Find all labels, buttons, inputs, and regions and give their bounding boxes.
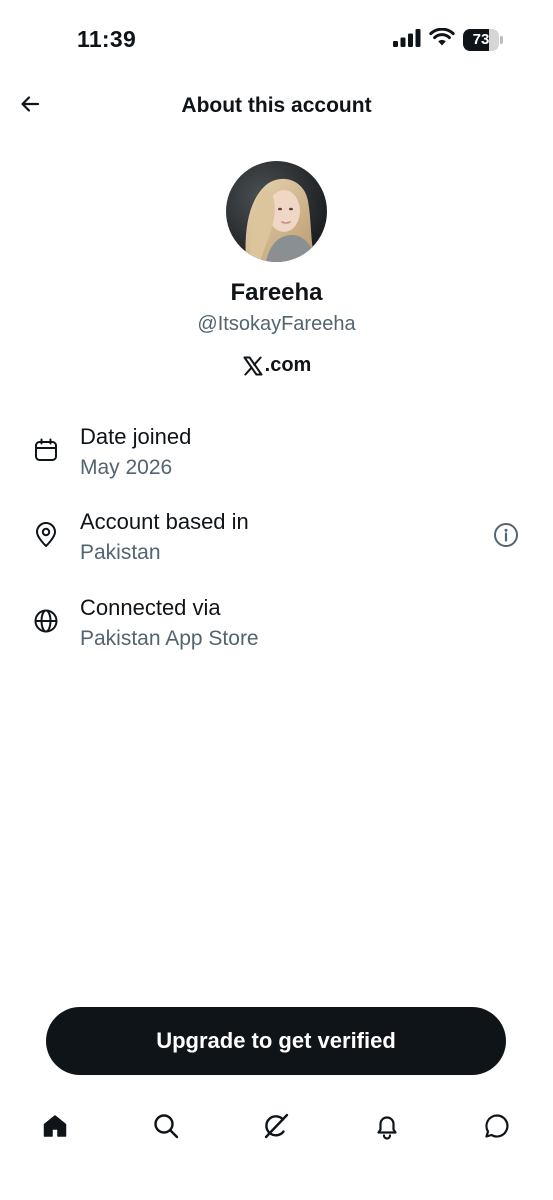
info-label-connected-via: Connected via [80,595,221,620]
connected-site: .com [0,354,553,377]
messages-icon [483,1112,511,1145]
user-handle: @ItsokayFareeha [197,313,356,335]
globe-icon [32,607,60,635]
status-icons: 73 [393,27,503,52]
info-row-date-joined: Date joined May 2026 [0,424,553,494]
info-label-account-location: Account based in [80,509,249,534]
home-icon [41,1112,69,1145]
nav-grok[interactable] [258,1110,294,1146]
upgrade-button[interactable]: Upgrade to get verified [46,1007,506,1075]
page-title: About this account [181,94,372,117]
about-account-screen: 11:39 73 About this account Fareeha @Its… [0,0,553,1200]
x-logo-icon [242,355,264,377]
battery-icon: 73 [463,29,503,51]
status-time: 11:39 [77,26,137,52]
search-icon [152,1112,180,1145]
info-icon[interactable] [492,521,520,549]
info-value-date-joined: May 2026 [80,456,173,479]
display-name: Fareeha [230,279,323,306]
info-value-connected-via: Pakistan App Store [80,627,259,650]
grok-icon [261,1111,291,1146]
signal-icon [393,28,421,52]
nav-messages[interactable] [479,1110,515,1146]
bottom-nav [0,1100,553,1156]
calendar-icon [32,436,60,464]
location-pin-icon [32,521,60,549]
info-value-account-location: Pakistan [80,541,161,564]
notifications-icon [373,1112,401,1145]
info-row-account-location: Account based in Pakistan [0,509,553,579]
info-row-connected-via: Connected via Pakistan App Store [0,595,553,665]
nav-notifications[interactable] [369,1110,405,1146]
nav-home[interactable] [37,1110,73,1146]
nav-search[interactable] [148,1110,184,1146]
info-label-date-joined: Date joined [80,424,192,449]
header: About this account [0,82,553,130]
connected-site-label: .com [264,354,312,376]
wifi-icon [429,27,455,52]
status-bar: 11:39 73 [0,0,553,82]
battery-level: 73 [472,31,490,48]
avatar[interactable] [226,161,327,262]
